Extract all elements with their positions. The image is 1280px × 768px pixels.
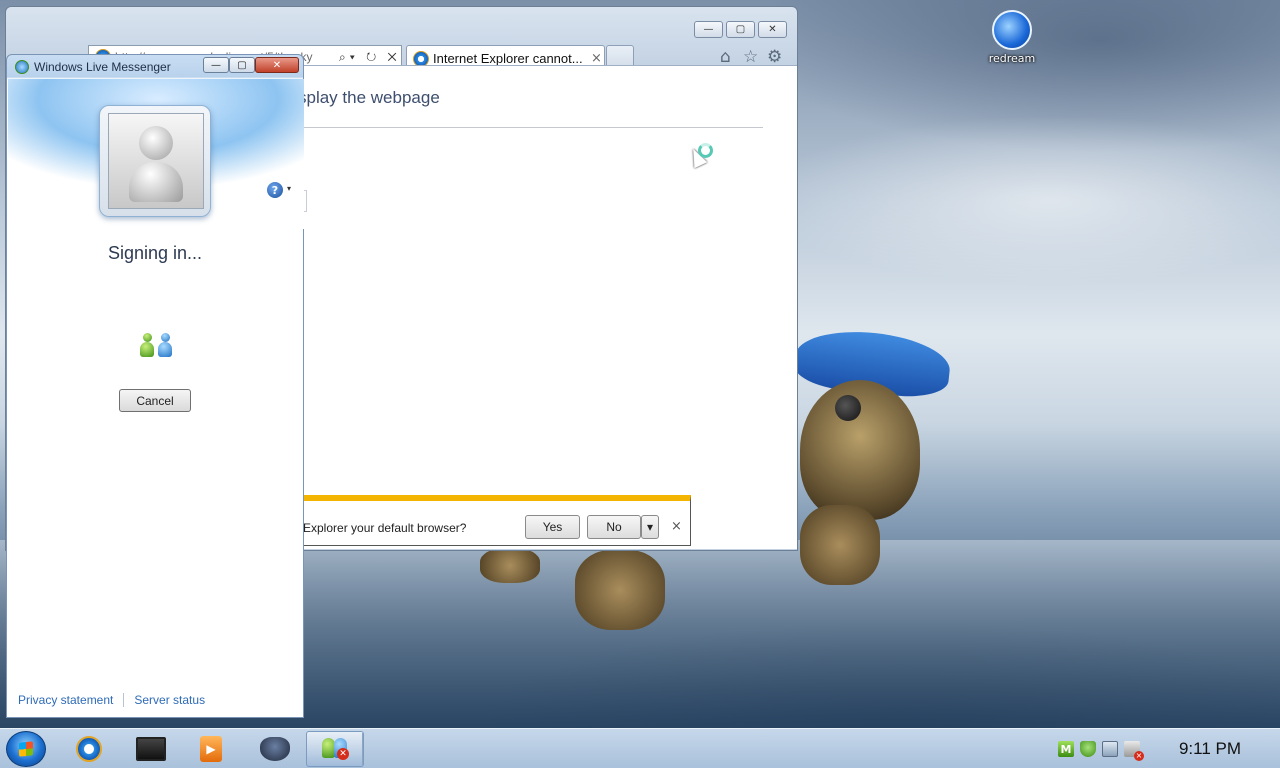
desktop-icon-redream[interactable]: redream [982, 10, 1042, 65]
taskbar-ie[interactable] [60, 731, 118, 767]
footer-divider [123, 693, 125, 707]
wallpaper-turtle-leg [575, 550, 665, 630]
home-icon[interactable]: ⌂ [720, 47, 731, 67]
taskbar: ▶ ✕ M 9:11 PM [0, 728, 1280, 768]
ie-heading-divider [298, 127, 763, 128]
taskbar-messenger[interactable]: ✕ [306, 731, 364, 767]
no-button[interactable]: No [587, 515, 641, 539]
taskbar-monitor-app[interactable] [122, 731, 180, 767]
cancel-button[interactable]: Cancel [119, 389, 191, 412]
signing-in-status: Signing in... [107, 243, 203, 263]
avatar-head-icon [139, 126, 173, 160]
avatar-body-icon [129, 162, 183, 202]
redream-icon [992, 10, 1032, 50]
tray-network-icon[interactable] [1102, 741, 1118, 757]
taskbar-media-player[interactable]: ▶ [182, 731, 240, 767]
tools-gear-icon[interactable]: ⚙ [767, 47, 782, 67]
wallpaper-turtle-leg [480, 548, 540, 583]
error-badge-icon: ✕ [337, 748, 349, 760]
privacy-statement-link[interactable]: Privacy statement [18, 693, 113, 707]
messenger-minimize-button[interactable]: — [203, 57, 229, 73]
monitor-icon [136, 737, 166, 761]
tray-shield-icon[interactable] [1080, 741, 1096, 757]
media-player-icon: ▶ [200, 736, 222, 762]
tab-close-icon[interactable]: × [591, 51, 602, 66]
ie-error-heading: splay the webpage [298, 88, 440, 107]
wallpaper-turtle-leg [800, 505, 880, 585]
avatar-picture [108, 113, 204, 209]
favorites-icon[interactable]: ☆ [743, 47, 758, 67]
default-browser-notification: Explorer your default browser? Yes No ▾ … [298, 495, 691, 546]
game-icon [260, 737, 290, 761]
notification-text: Explorer your default browser? [303, 521, 467, 535]
address-tools[interactable]: ⌕▾ ↻ ✕ [339, 50, 401, 65]
messenger-close-button[interactable]: ✕ [255, 57, 299, 73]
system-tray: M [1058, 741, 1144, 761]
windows-logo-icon [19, 741, 33, 757]
server-status-link[interactable]: Server status [134, 693, 205, 707]
messenger-logo-icon [15, 60, 29, 74]
notification-close-icon[interactable]: × [671, 519, 682, 534]
avatar[interactable] [99, 105, 211, 217]
help-icon[interactable]: ? [267, 182, 283, 198]
ie-close-button[interactable]: ✕ [758, 21, 787, 38]
internet-explorer-icon [76, 736, 102, 762]
no-dropdown-icon[interactable]: ▾ [641, 515, 659, 539]
taskbar-clock[interactable]: 9:11 PM [1160, 739, 1260, 759]
messenger-footer: Privacy statement Server status [18, 693, 205, 707]
start-button[interactable] [6, 731, 46, 767]
tray-volume-muted-icon[interactable] [1124, 741, 1144, 761]
yes-button[interactable]: Yes [525, 515, 580, 539]
messenger-maximize-button[interactable]: ▢ [229, 57, 255, 73]
wallpaper-turtle-eye [835, 395, 861, 421]
tab-title: Internet Explorer cannot... [433, 51, 583, 66]
wallpaper-turtle [800, 380, 920, 520]
tray-m-icon[interactable]: M [1058, 741, 1074, 757]
busy-spinner-icon [698, 143, 713, 158]
help-dropdown-icon[interactable]: ▾ [287, 184, 291, 193]
messenger-title: Windows Live Messenger [34, 60, 171, 74]
taskbar-divider [362, 733, 363, 765]
messenger-buddies-icon [139, 333, 177, 359]
ie-minimize-button[interactable]: — [694, 21, 723, 38]
ie-maximize-button[interactable]: ▢ [726, 21, 755, 38]
messenger-window: Windows Live Messenger — ▢ ✕ ? ▾ Signing… [6, 54, 304, 718]
taskbar-game[interactable] [246, 731, 304, 767]
desktop-icon-label: redream [988, 52, 1036, 65]
messenger-icon: ✕ [320, 736, 350, 762]
